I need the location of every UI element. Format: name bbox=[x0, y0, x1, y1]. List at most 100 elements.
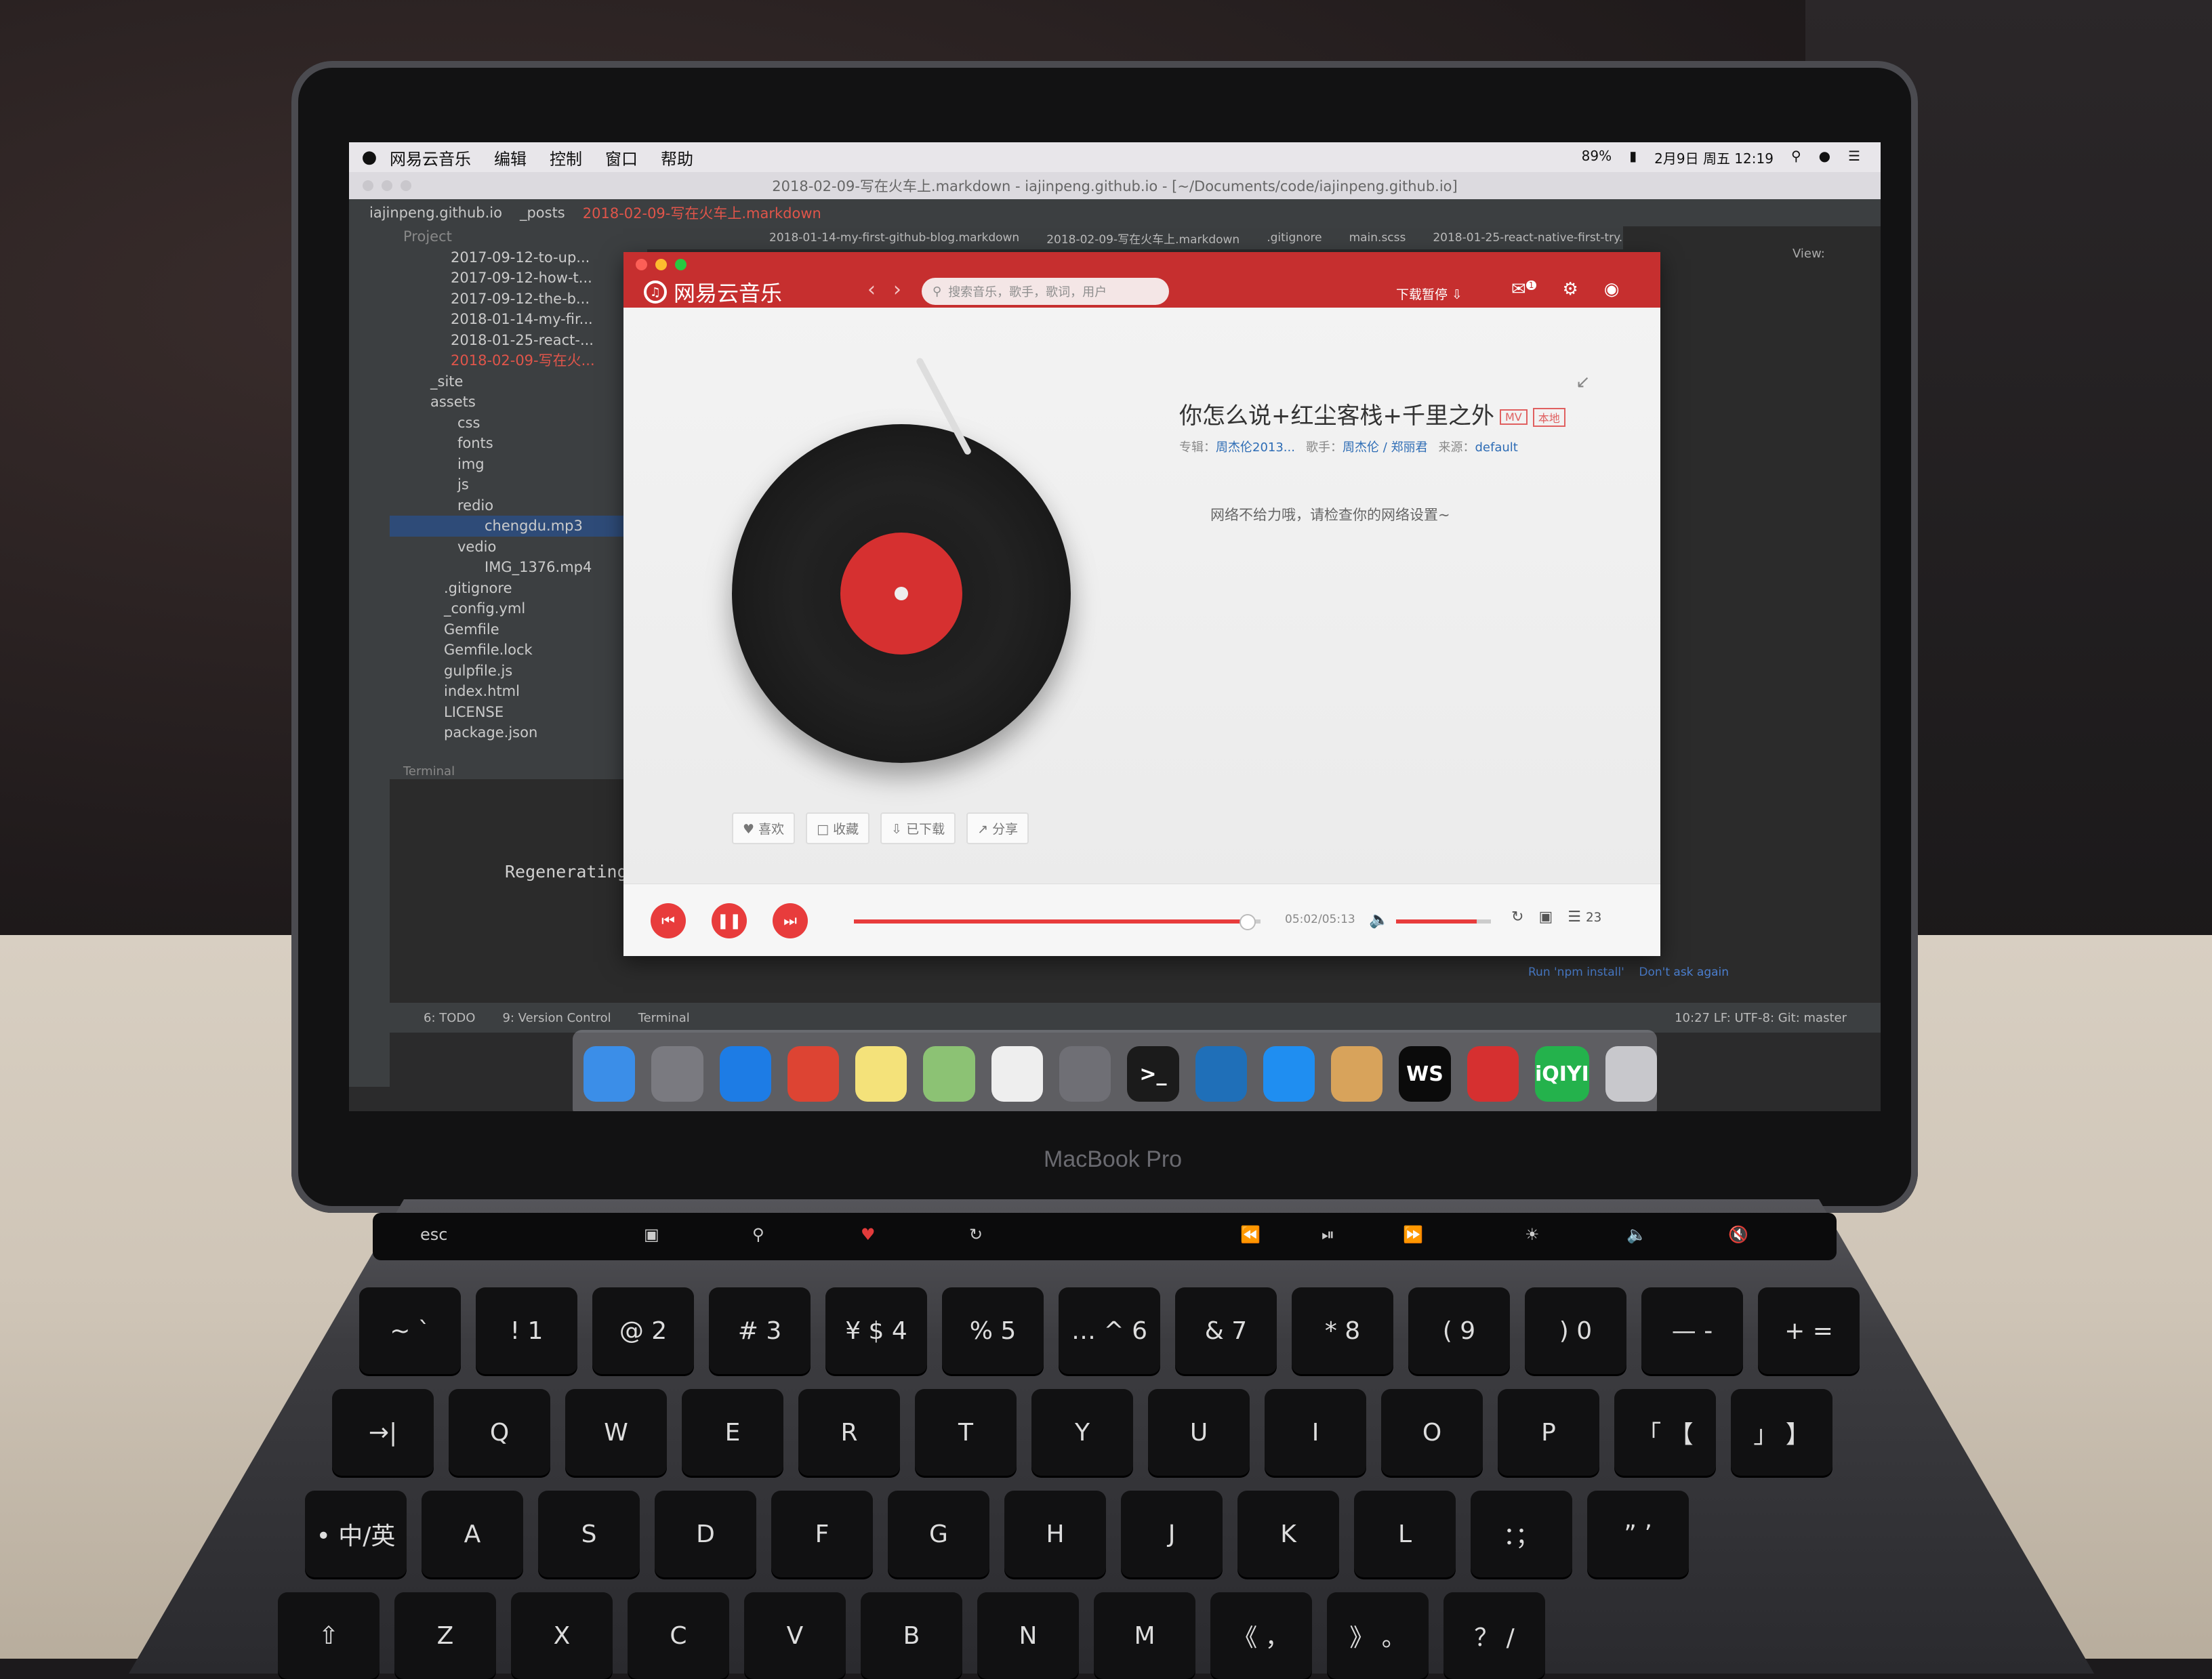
terminal-icon[interactable]: >_ bbox=[1127, 1046, 1179, 1102]
key[interactable]: B bbox=[861, 1592, 962, 1679]
key[interactable]: C bbox=[628, 1592, 729, 1679]
collect-button[interactable]: □ 收藏 bbox=[806, 812, 870, 844]
tree-file-selected[interactable]: chengdu.mp3 bbox=[390, 516, 647, 537]
zoom-button[interactable] bbox=[675, 259, 687, 270]
tab-file[interactable]: 2018-02-09-写在火车上.markdown bbox=[1046, 230, 1240, 247]
minimize-button[interactable] bbox=[382, 180, 392, 191]
notes-icon[interactable] bbox=[855, 1046, 907, 1102]
key[interactable]: • 中/英 bbox=[305, 1491, 407, 1577]
tab-file[interactable]: main.scss bbox=[1349, 231, 1406, 245]
heart-icon[interactable]: ♥ bbox=[861, 1225, 876, 1244]
esc-key[interactable]: esc bbox=[420, 1225, 447, 1244]
settings-icon[interactable]: ⚙ bbox=[1562, 279, 1578, 299]
dont-ask-again-link[interactable]: Don't ask again bbox=[1639, 966, 1729, 979]
tab-file[interactable]: 2018-01-14-my-first-github-blog.markdown bbox=[769, 231, 1019, 245]
key[interactable]: ( 9 bbox=[1408, 1287, 1510, 1374]
tabs-icon[interactable]: ▣ bbox=[644, 1225, 659, 1244]
tree-item[interactable]: 2018-01-25-react-... bbox=[390, 330, 647, 351]
tree-folder[interactable]: assets bbox=[390, 392, 647, 413]
zoom-button[interactable] bbox=[401, 180, 411, 191]
key[interactable]: ¥ $ 4 bbox=[825, 1287, 927, 1374]
vscode-icon[interactable] bbox=[1195, 1046, 1247, 1102]
mute-icon[interactable]: 🔇 bbox=[1728, 1225, 1748, 1244]
tree-item-active[interactable]: 2018-02-09-写在火... bbox=[390, 350, 647, 371]
share-button[interactable]: ↗ 分享 bbox=[966, 812, 1029, 844]
refresh-icon[interactable]: ↻ bbox=[969, 1225, 983, 1244]
todo-tab[interactable]: 6: TODO bbox=[424, 1011, 475, 1025]
tree-folder[interactable]: redio bbox=[390, 495, 647, 516]
run-npm-install-link[interactable]: Run 'npm install' bbox=[1528, 966, 1624, 979]
tree-file[interactable]: Gemfile.lock bbox=[390, 640, 647, 661]
forward-icon[interactable]: › bbox=[893, 278, 901, 302]
key[interactable]: W bbox=[565, 1389, 667, 1476]
next-button[interactable]: ⏭ bbox=[773, 903, 808, 938]
volume-slider[interactable] bbox=[1396, 919, 1491, 924]
tree-item[interactable]: 2018-01-14-my-fir... bbox=[390, 309, 647, 330]
menu-controls[interactable]: 控制 bbox=[550, 146, 582, 169]
photos-icon[interactable] bbox=[991, 1046, 1043, 1102]
tree-item[interactable]: 2017-09-12-the-b... bbox=[390, 289, 647, 310]
avatar[interactable]: ◉ bbox=[1604, 279, 1620, 299]
key[interactable]: O bbox=[1381, 1389, 1483, 1476]
launchpad-icon[interactable] bbox=[651, 1046, 703, 1102]
key[interactable]: N bbox=[977, 1592, 1079, 1679]
webstorm-icon[interactable]: WS bbox=[1399, 1046, 1451, 1102]
key[interactable]: — - bbox=[1641, 1287, 1743, 1374]
key[interactable]: ~ ` bbox=[359, 1287, 461, 1374]
volume-icon[interactable]: 🔈 bbox=[1626, 1225, 1647, 1244]
tree-item[interactable]: 2017-09-12-to-up... bbox=[390, 247, 647, 268]
downloaded-button[interactable]: ⇩ 已下载 bbox=[880, 812, 956, 844]
maps-icon[interactable] bbox=[923, 1046, 975, 1102]
mail-icon[interactable]: ✉ 1 bbox=[1511, 279, 1537, 299]
tree-folder[interactable]: css bbox=[390, 413, 647, 434]
brightness-icon[interactable]: ☀ bbox=[1525, 1225, 1540, 1244]
tree-file[interactable]: gulpfile.js bbox=[390, 661, 647, 682]
key[interactable]: A bbox=[422, 1491, 523, 1577]
repeat-icon[interactable]: ↻ bbox=[1511, 909, 1523, 926]
tree-file[interactable]: .gitignore bbox=[390, 578, 647, 599]
menu-edit[interactable]: 编辑 bbox=[494, 146, 527, 169]
trash-icon[interactable] bbox=[1605, 1046, 1658, 1102]
playlist-icon[interactable]: ☰ 23 bbox=[1568, 909, 1601, 926]
fast-forward-icon[interactable]: ⏩ bbox=[1403, 1225, 1423, 1244]
key[interactable]: 《 ， bbox=[1210, 1592, 1312, 1679]
tree-file[interactable]: package.json bbox=[390, 722, 647, 743]
key[interactable]: 》 。 bbox=[1327, 1592, 1429, 1679]
close-button[interactable] bbox=[363, 180, 373, 191]
key[interactable]: H bbox=[1004, 1491, 1106, 1577]
minimize-button[interactable] bbox=[655, 259, 667, 270]
key[interactable]: R bbox=[798, 1389, 900, 1476]
apple-icon[interactable]: ● bbox=[349, 147, 390, 167]
rewind-icon[interactable]: ⏪ bbox=[1240, 1225, 1261, 1244]
breadcrumb-folder[interactable]: _posts bbox=[520, 205, 565, 221]
tree-folder[interactable]: js bbox=[390, 474, 647, 495]
key[interactable]: & 7 bbox=[1175, 1287, 1277, 1374]
iqiyi-icon[interactable]: iQIYI bbox=[1534, 1046, 1589, 1102]
menu-app[interactable]: 网易云音乐 bbox=[390, 146, 471, 169]
notification-center-icon[interactable]: ☰ bbox=[1848, 148, 1860, 167]
key[interactable]: F bbox=[771, 1491, 873, 1577]
tree-folder[interactable]: img bbox=[390, 454, 647, 475]
tree-file[interactable]: _config.yml bbox=[390, 598, 647, 619]
search-input[interactable]: ⚲ 搜索音乐，歌手，歌词，用户 bbox=[922, 278, 1169, 305]
tree-folder[interactable]: _site bbox=[390, 371, 647, 392]
key[interactable]: ” ’ bbox=[1587, 1491, 1689, 1577]
tree-folder[interactable]: vedio bbox=[390, 537, 647, 558]
close-button[interactable] bbox=[636, 259, 647, 270]
source-link[interactable]: default bbox=[1475, 440, 1518, 455]
menu-help[interactable]: 帮助 bbox=[661, 146, 693, 169]
menu-window[interactable]: 窗口 bbox=[605, 146, 638, 169]
key[interactable]: P bbox=[1498, 1389, 1599, 1476]
key[interactable]: G bbox=[888, 1491, 989, 1577]
preview-icon[interactable] bbox=[1331, 1046, 1383, 1102]
key[interactable]: T bbox=[915, 1389, 1017, 1476]
key[interactable]: K bbox=[1237, 1491, 1339, 1577]
lyrics-icon[interactable]: ▣ bbox=[1538, 909, 1553, 926]
chrome-icon[interactable] bbox=[787, 1046, 840, 1102]
breadcrumb-project[interactable]: iajinpeng.github.io bbox=[369, 205, 502, 221]
battery-percent[interactable]: 89% bbox=[1582, 148, 1612, 167]
previous-button[interactable]: ⏮ bbox=[651, 903, 686, 938]
tree-folder[interactable]: fonts bbox=[390, 433, 647, 454]
key[interactable]: ) 0 bbox=[1525, 1287, 1626, 1374]
app-store-icon[interactable] bbox=[1263, 1046, 1315, 1102]
